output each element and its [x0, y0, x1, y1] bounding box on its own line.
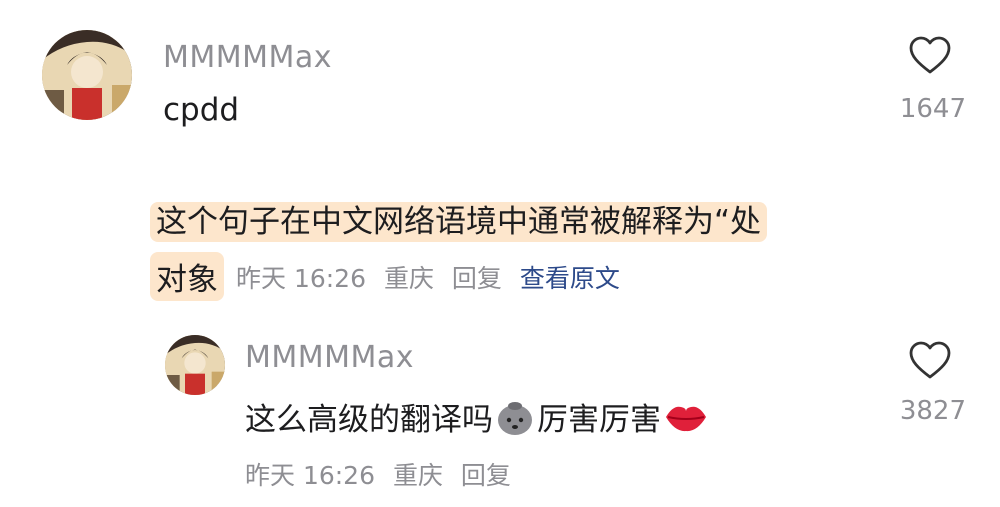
reply-like-button[interactable]	[908, 341, 952, 385]
view-original-button[interactable]: 查看原文	[520, 264, 620, 293]
translation-line-2: 对象	[150, 252, 224, 301]
reply-reply-button[interactable]: 回复	[461, 461, 511, 490]
avatar-image	[42, 30, 132, 120]
comment-username[interactable]: MMMMMax	[163, 40, 332, 75]
translation-text: 这个句子在中文网络语境中通常被解释为“处	[150, 196, 768, 242]
reply-text: 这么高级的翻译吗 厉害厉害	[245, 394, 709, 439]
comment-meta-row: 对象 昨天 16:26 重庆 回复 查看原文	[150, 252, 630, 301]
reply-location: 重庆	[392, 461, 443, 490]
comment-location: 重庆	[383, 263, 434, 293]
reply-like-count: 3827	[899, 396, 966, 426]
reply-text-part1: 这么高级的翻译吗	[245, 402, 493, 438]
reply-meta-row: 昨天 16:26 重庆 回复	[245, 456, 521, 492]
reply-time: 昨天 16:26	[245, 461, 375, 490]
comment-like-button[interactable]	[908, 36, 952, 80]
avatar-image	[165, 335, 225, 395]
comment-reply-button[interactable]: 回复	[452, 264, 502, 293]
heart-outline-icon	[909, 36, 951, 74]
reply-username[interactable]: MMMMMax	[245, 340, 414, 375]
comment-text: cpdd	[163, 92, 240, 128]
comment-like-count: 1647	[899, 94, 966, 124]
avatar[interactable]	[42, 30, 132, 120]
translation-line-1: 这个句子在中文网络语境中通常被解释为“处	[150, 202, 768, 242]
reply-text-part2: 厉害厉害	[537, 402, 661, 438]
comment-time: 昨天 16:26	[236, 263, 366, 293]
reply-avatar[interactable]	[165, 335, 225, 395]
gray-blob-emoji-icon	[498, 401, 532, 435]
heart-outline-icon	[909, 341, 951, 379]
lips-emoji-icon	[666, 406, 706, 431]
